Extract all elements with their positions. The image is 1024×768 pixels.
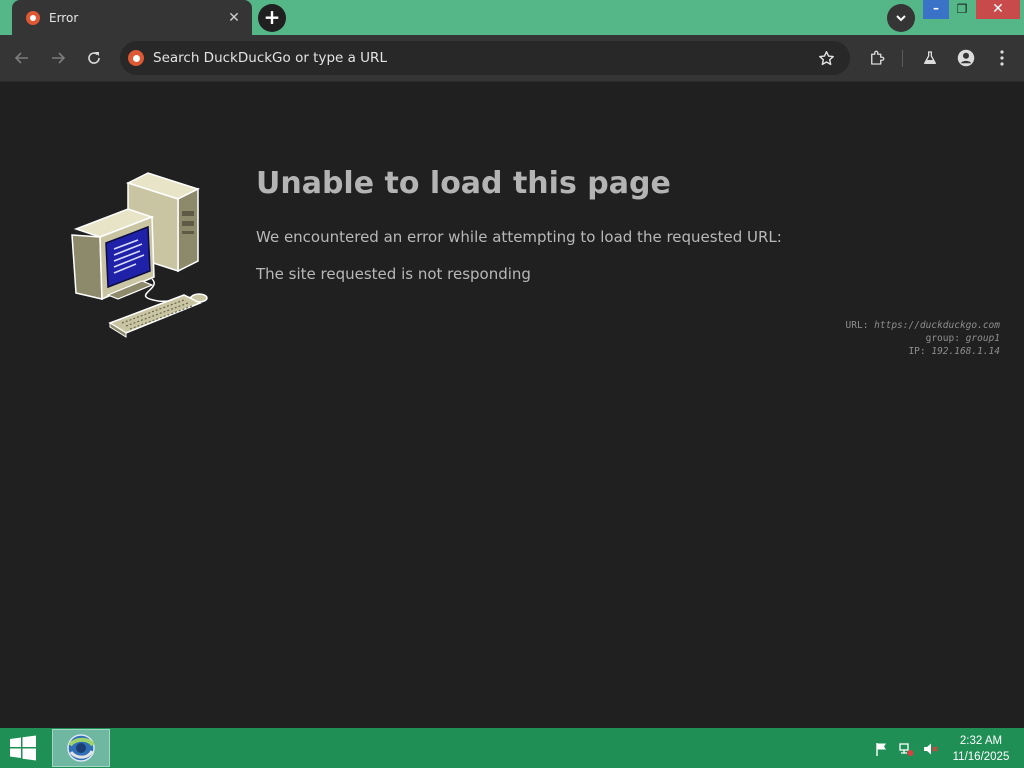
error-title: Unable to load this page — [256, 166, 671, 201]
close-window-button[interactable]: ✕ — [976, 0, 1020, 19]
error-message: We encountered an error while attempting… — [256, 228, 782, 246]
meta-url-row: URL: https://duckduckgo.com — [845, 320, 1000, 331]
error-reason: The site requested is not responding — [256, 265, 531, 283]
close-tab-icon[interactable]: ✕ — [226, 10, 242, 26]
tab-title: Error — [49, 10, 79, 25]
tab-search-button[interactable] — [887, 4, 915, 32]
new-tab-button[interactable]: + — [258, 4, 286, 32]
minimize-button[interactable]: – — [923, 0, 949, 19]
forward-arrow-icon — [52, 52, 66, 64]
meta-ip-row: IP: 192.168.1.14 — [908, 346, 1000, 357]
duckduckgo-favicon-icon — [26, 10, 40, 25]
taskbar-browser-app[interactable] — [52, 729, 110, 767]
system-clock[interactable]: 2:32 AM 11/16/2025 — [946, 733, 1016, 765]
error-page: Unable to load this page We encountered … — [0, 83, 1024, 728]
extensions-button[interactable] — [864, 45, 890, 71]
flag-icon — [876, 743, 886, 756]
star-icon — [818, 50, 834, 65]
meta-group-row: group: group1 — [925, 333, 1000, 344]
forward-button[interactable] — [45, 45, 71, 71]
clock-date: 11/16/2025 — [952, 751, 1010, 763]
volume-tray-button[interactable] — [921, 740, 939, 758]
meta-url: https://duckduckgo.com — [874, 320, 1000, 331]
omnibox[interactable] — [120, 41, 850, 75]
retro-computer-icon — [71, 172, 208, 338]
meta-ip: 192.168.1.14 — [931, 346, 1000, 357]
maximize-button[interactable]: ❐ — [952, 0, 972, 19]
clock-time: 2:32 AM — [959, 735, 1003, 747]
labs-button[interactable] — [917, 45, 943, 71]
reload-button[interactable] — [81, 45, 107, 71]
browser-app-icon — [67, 734, 95, 762]
profile-button[interactable] — [953, 45, 979, 71]
back-button[interactable] — [9, 45, 35, 71]
windows-logo-icon — [10, 735, 36, 761]
duckduckgo-favicon-icon — [128, 50, 144, 66]
meta-group: group1 — [965, 333, 1000, 344]
tab-error[interactable]: Error ✕ — [12, 0, 252, 35]
action-center-button[interactable] — [873, 740, 891, 758]
reload-icon — [88, 52, 100, 64]
tab-strip: Error ✕ + – ❐ ✕ — [0, 0, 1024, 35]
network-icon — [899, 743, 914, 756]
speaker-muted-icon — [924, 743, 938, 755]
chevron-down-icon — [896, 15, 906, 22]
browser-toolbar — [0, 35, 1024, 82]
network-tray-button[interactable] — [897, 740, 915, 758]
extensions-icon — [871, 50, 885, 65]
start-button[interactable] — [8, 735, 40, 761]
labs-flask-icon — [924, 51, 936, 64]
back-arrow-icon — [14, 52, 28, 64]
chrome-menu-button[interactable] — [989, 45, 1015, 71]
taskbar: 2:32 AM 11/16/2025 — [0, 728, 1024, 768]
profile-icon — [957, 49, 975, 67]
toolbar-separator — [902, 50, 903, 67]
address-input[interactable] — [153, 50, 814, 66]
error-metadata: URL: https://duckduckgo.com group: group… — [846, 319, 1000, 358]
kebab-menu-icon — [1000, 50, 1004, 66]
bookmark-star-button[interactable] — [814, 46, 838, 70]
